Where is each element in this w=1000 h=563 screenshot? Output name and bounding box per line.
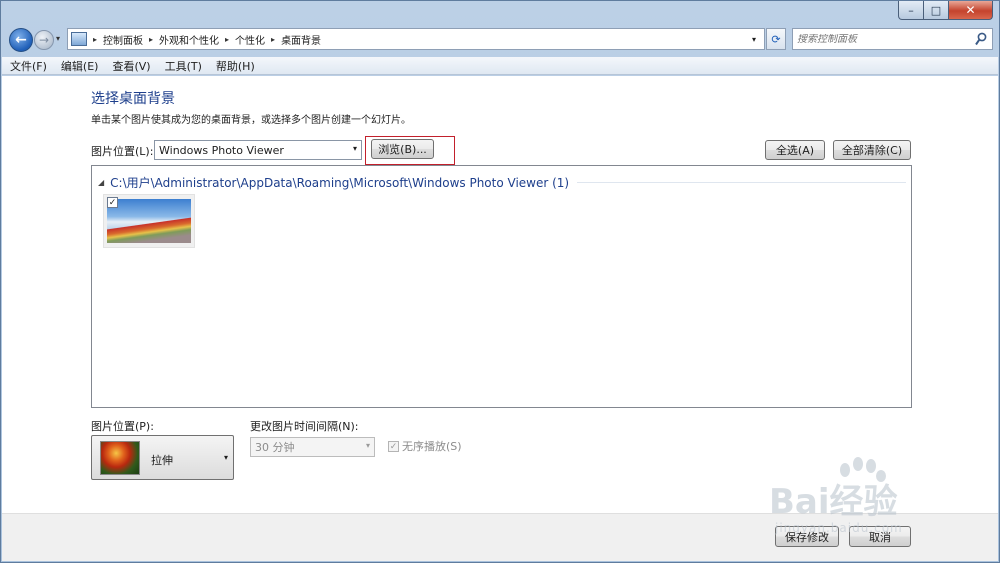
- back-button[interactable]: ←: [9, 28, 33, 52]
- search-icon[interactable]: [975, 32, 987, 46]
- picture-thumbnail[interactable]: ✓: [103, 194, 195, 248]
- chevron-down-icon[interactable]: ▾: [224, 453, 228, 462]
- picture-position-label: 图片位置(P):: [91, 420, 154, 433]
- baidu-watermark: Bai经验 jingyan.baidu.com: [769, 456, 949, 546]
- shuffle-label: 无序播放(S): [402, 440, 462, 453]
- menu-tools[interactable]: 工具(T): [165, 58, 202, 74]
- search-input[interactable]: [797, 33, 972, 45]
- address-bar[interactable]: ▸ 控制面板 ▸ 外观和个性化 ▸ 个性化 ▸ 桌面背景 ▾: [67, 28, 765, 50]
- interval-value: 30 分钟: [255, 441, 295, 454]
- picture-group-header[interactable]: ◢ C:\用户\Administrator\AppData\Roaming\Mi…: [98, 174, 906, 191]
- control-panel-icon: [71, 32, 87, 46]
- group-divider: [577, 182, 906, 183]
- watermark-url: jingyan.baidu.com: [775, 521, 903, 535]
- page-title: 选择桌面背景: [91, 91, 175, 107]
- landscape-thumbnail-image: [107, 199, 191, 243]
- chevron-down-icon[interactable]: ▾: [366, 441, 370, 450]
- interval-label: 更改图片时间间隔(N):: [250, 420, 359, 433]
- menu-file[interactable]: 文件(F): [10, 58, 47, 74]
- thumbnail-checkbox[interactable]: ✓: [107, 197, 118, 208]
- clear-all-button[interactable]: 全部清除(C): [833, 140, 911, 160]
- shuffle-option[interactable]: ✓ 无序播放(S): [388, 438, 462, 454]
- picture-list[interactable]: ◢ C:\用户\Administrator\AppData\Roaming\Mi…: [91, 165, 912, 408]
- collapse-triangle-icon[interactable]: ◢: [98, 178, 104, 187]
- picture-location-label: 图片位置(L):: [91, 145, 154, 158]
- breadcrumb-personalization[interactable]: 个性化: [235, 32, 265, 47]
- menu-edit[interactable]: 编辑(E): [61, 58, 99, 74]
- recent-pages-dropdown-icon[interactable]: ▾: [56, 34, 60, 43]
- breadcrumb-appearance[interactable]: 外观和个性化: [159, 32, 219, 47]
- picture-position-dropdown[interactable]: 拉伸 ▾: [91, 435, 234, 480]
- picture-position-value: 拉伸: [151, 454, 173, 467]
- breadcrumb-desktop-background[interactable]: 桌面背景: [281, 32, 321, 47]
- main-content: 选择桌面背景 单击某个图片使其成为您的桌面背景，或选择多个图片创建一个幻灯片。 …: [2, 76, 998, 513]
- page-subtitle: 单击某个图片使其成为您的桌面背景，或选择多个图片创建一个幻灯片。: [91, 115, 411, 126]
- watermark-text: Bai经验: [769, 482, 898, 522]
- control-panel-window: – □ ✕ ← → ▾ ▸ 控制面板 ▸ 外观和个性化 ▸ 个性化 ▸ 桌面背景…: [0, 0, 1000, 563]
- chevron-right-icon[interactable]: ▸: [149, 35, 153, 44]
- search-box[interactable]: [792, 28, 993, 50]
- chevron-down-icon[interactable]: ▾: [353, 144, 357, 153]
- refresh-button[interactable]: ⟳: [766, 28, 786, 50]
- menu-view[interactable]: 查看(V): [112, 58, 150, 74]
- minimize-button[interactable]: –: [898, 1, 924, 20]
- breadcrumb-control-panel[interactable]: 控制面板: [103, 32, 143, 47]
- interval-select[interactable]: 30 分钟 ▾: [250, 437, 375, 457]
- picture-location-value: Windows Photo Viewer: [159, 143, 284, 157]
- forward-button[interactable]: →: [34, 30, 54, 50]
- flower-preview-image: [100, 441, 140, 475]
- picture-location-select[interactable]: Windows Photo Viewer ▾: [154, 140, 362, 160]
- maximize-button[interactable]: □: [924, 1, 949, 20]
- chevron-right-icon[interactable]: ▸: [225, 35, 229, 44]
- picture-group-path: C:\用户\Administrator\AppData\Roaming\Micr…: [110, 176, 570, 190]
- chevron-right-icon[interactable]: ▸: [93, 35, 97, 44]
- shuffle-checkbox[interactable]: ✓: [388, 440, 399, 452]
- close-button[interactable]: ✕: [949, 1, 993, 20]
- select-all-button[interactable]: 全选(A): [765, 140, 825, 160]
- menu-bar: 文件(F) 编辑(E) 查看(V) 工具(T) 帮助(H): [2, 57, 998, 75]
- menu-help[interactable]: 帮助(H): [216, 58, 255, 74]
- caption-buttons: – □ ✕: [898, 1, 993, 20]
- navigation-bar: ← → ▾ ▸ 控制面板 ▸ 外观和个性化 ▸ 个性化 ▸ 桌面背景 ▾ ⟳: [1, 25, 1000, 55]
- address-dropdown-icon[interactable]: ▾: [746, 29, 762, 49]
- browse-button[interactable]: 浏览(B)...: [371, 139, 434, 159]
- chevron-right-icon[interactable]: ▸: [271, 35, 275, 44]
